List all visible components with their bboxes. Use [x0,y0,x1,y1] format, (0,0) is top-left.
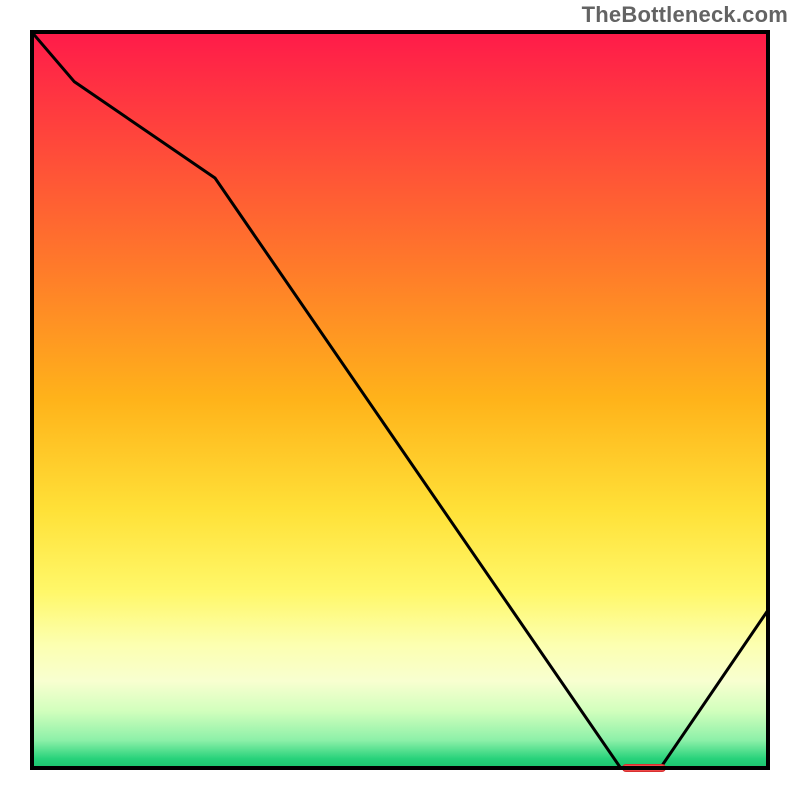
figure-container: TheBottleneck.com [0,0,800,800]
bottleneck-curve [30,30,770,770]
watermark-text: TheBottleneck.com [582,2,788,28]
optimal-range-marker [622,764,666,772]
plot-area [30,30,770,770]
